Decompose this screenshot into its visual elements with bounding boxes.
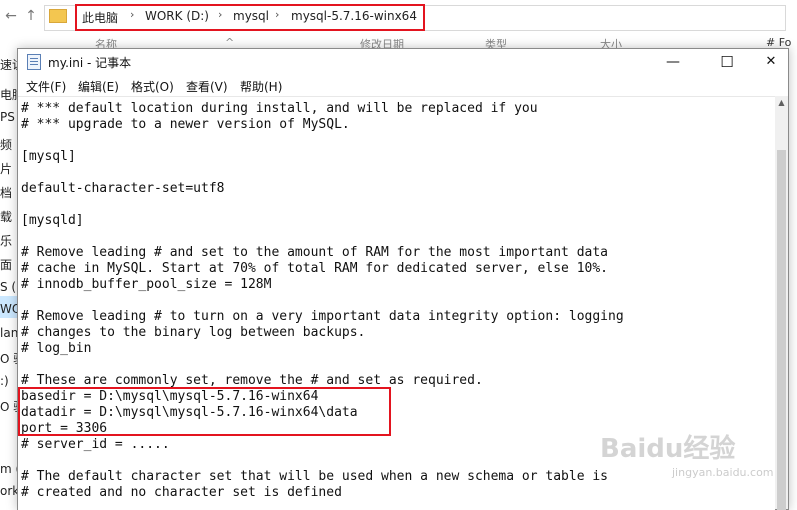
text-line: # cache in MySQL. Start at 70% of total … xyxy=(21,261,608,276)
text-line: # Remove leading # to turn on a very imp… xyxy=(21,309,624,324)
text-line: # log_bin xyxy=(21,341,92,356)
vertical-scrollbar[interactable]: ▲ xyxy=(775,96,788,510)
text-line: [mysql] xyxy=(21,149,76,164)
nav-item[interactable]: :) xyxy=(0,374,17,388)
text-line: # *** upgrade to a newer version of MySQ… xyxy=(21,117,350,132)
baidu-watermark: Baidu经验 xyxy=(600,434,736,464)
nav-item[interactable]: 片 xyxy=(0,160,17,177)
text-line: # created and no character set is define… xyxy=(21,485,342,500)
text-line: # changes to the binary log between back… xyxy=(21,325,366,340)
nav-item[interactable]: 面 xyxy=(0,256,17,273)
text-line: # server_id = ..... xyxy=(21,437,170,452)
nav-item[interactable]: O 驱 xyxy=(0,398,17,415)
nav-item-selected[interactable]: WOR xyxy=(0,302,17,316)
baidu-watermark-url: jingyan.baidu.com xyxy=(672,466,774,479)
menu-help[interactable]: 帮助(H) xyxy=(240,78,282,95)
text-line: # Remove leading # and set to the amount… xyxy=(21,245,608,260)
text-line: # The default character set that will be… xyxy=(21,469,608,484)
menu-file[interactable]: 文件(F) xyxy=(26,78,66,95)
nav-item[interactable]: m ( xyxy=(0,462,17,476)
menu-edit[interactable]: 编辑(E) xyxy=(78,78,119,95)
up-arrow-icon[interactable]: ↑ xyxy=(22,6,40,26)
back-arrow-icon[interactable]: ← xyxy=(2,6,20,26)
menu-format[interactable]: 格式(O) xyxy=(131,78,174,95)
window-title: my.ini - 记事本 xyxy=(48,56,132,70)
nav-item[interactable]: ork xyxy=(0,484,17,498)
menu-bar: 文件(F) 编辑(E) 格式(O) 查看(V) 帮助(H) xyxy=(18,75,788,95)
minimize-button[interactable]: — xyxy=(650,49,696,75)
scrollbar-thumb[interactable] xyxy=(777,150,786,510)
address-highlight-box xyxy=(75,4,425,31)
notepad-icon xyxy=(27,54,41,70)
maximize-button[interactable]: ☐ xyxy=(704,49,750,75)
nav-item[interactable]: 电脑 xyxy=(0,86,17,103)
folder-icon xyxy=(49,9,67,23)
nav-item[interactable]: S ( xyxy=(0,280,17,294)
nav-item[interactable]: 频 xyxy=(0,136,17,153)
notepad-title-bar[interactable]: my.ini - 记事本 — ☐ ✕ xyxy=(18,49,788,75)
text-line: # *** default location during install, a… xyxy=(21,101,538,116)
scroll-up-arrow-icon[interactable]: ▲ xyxy=(775,96,788,110)
text-line: default-character-set=utf8 xyxy=(21,181,225,196)
config-highlight-box xyxy=(18,387,391,436)
text-line: [mysqld] xyxy=(21,213,84,228)
text-line: # innodb_buffer_pool_size = 128M xyxy=(21,277,272,292)
nav-item[interactable]: O 驱 xyxy=(0,350,17,367)
nav-item[interactable]: 乐 xyxy=(0,232,17,249)
nav-item[interactable]: lan xyxy=(0,326,17,340)
nav-item[interactable]: 速访 xyxy=(0,56,17,73)
nav-item[interactable]: 载 xyxy=(0,208,17,225)
nav-item[interactable]: 档 xyxy=(0,184,17,201)
menu-view[interactable]: 查看(V) xyxy=(186,78,228,95)
nav-item[interactable]: PS xyxy=(0,110,17,124)
close-button[interactable]: ✕ xyxy=(748,49,794,75)
